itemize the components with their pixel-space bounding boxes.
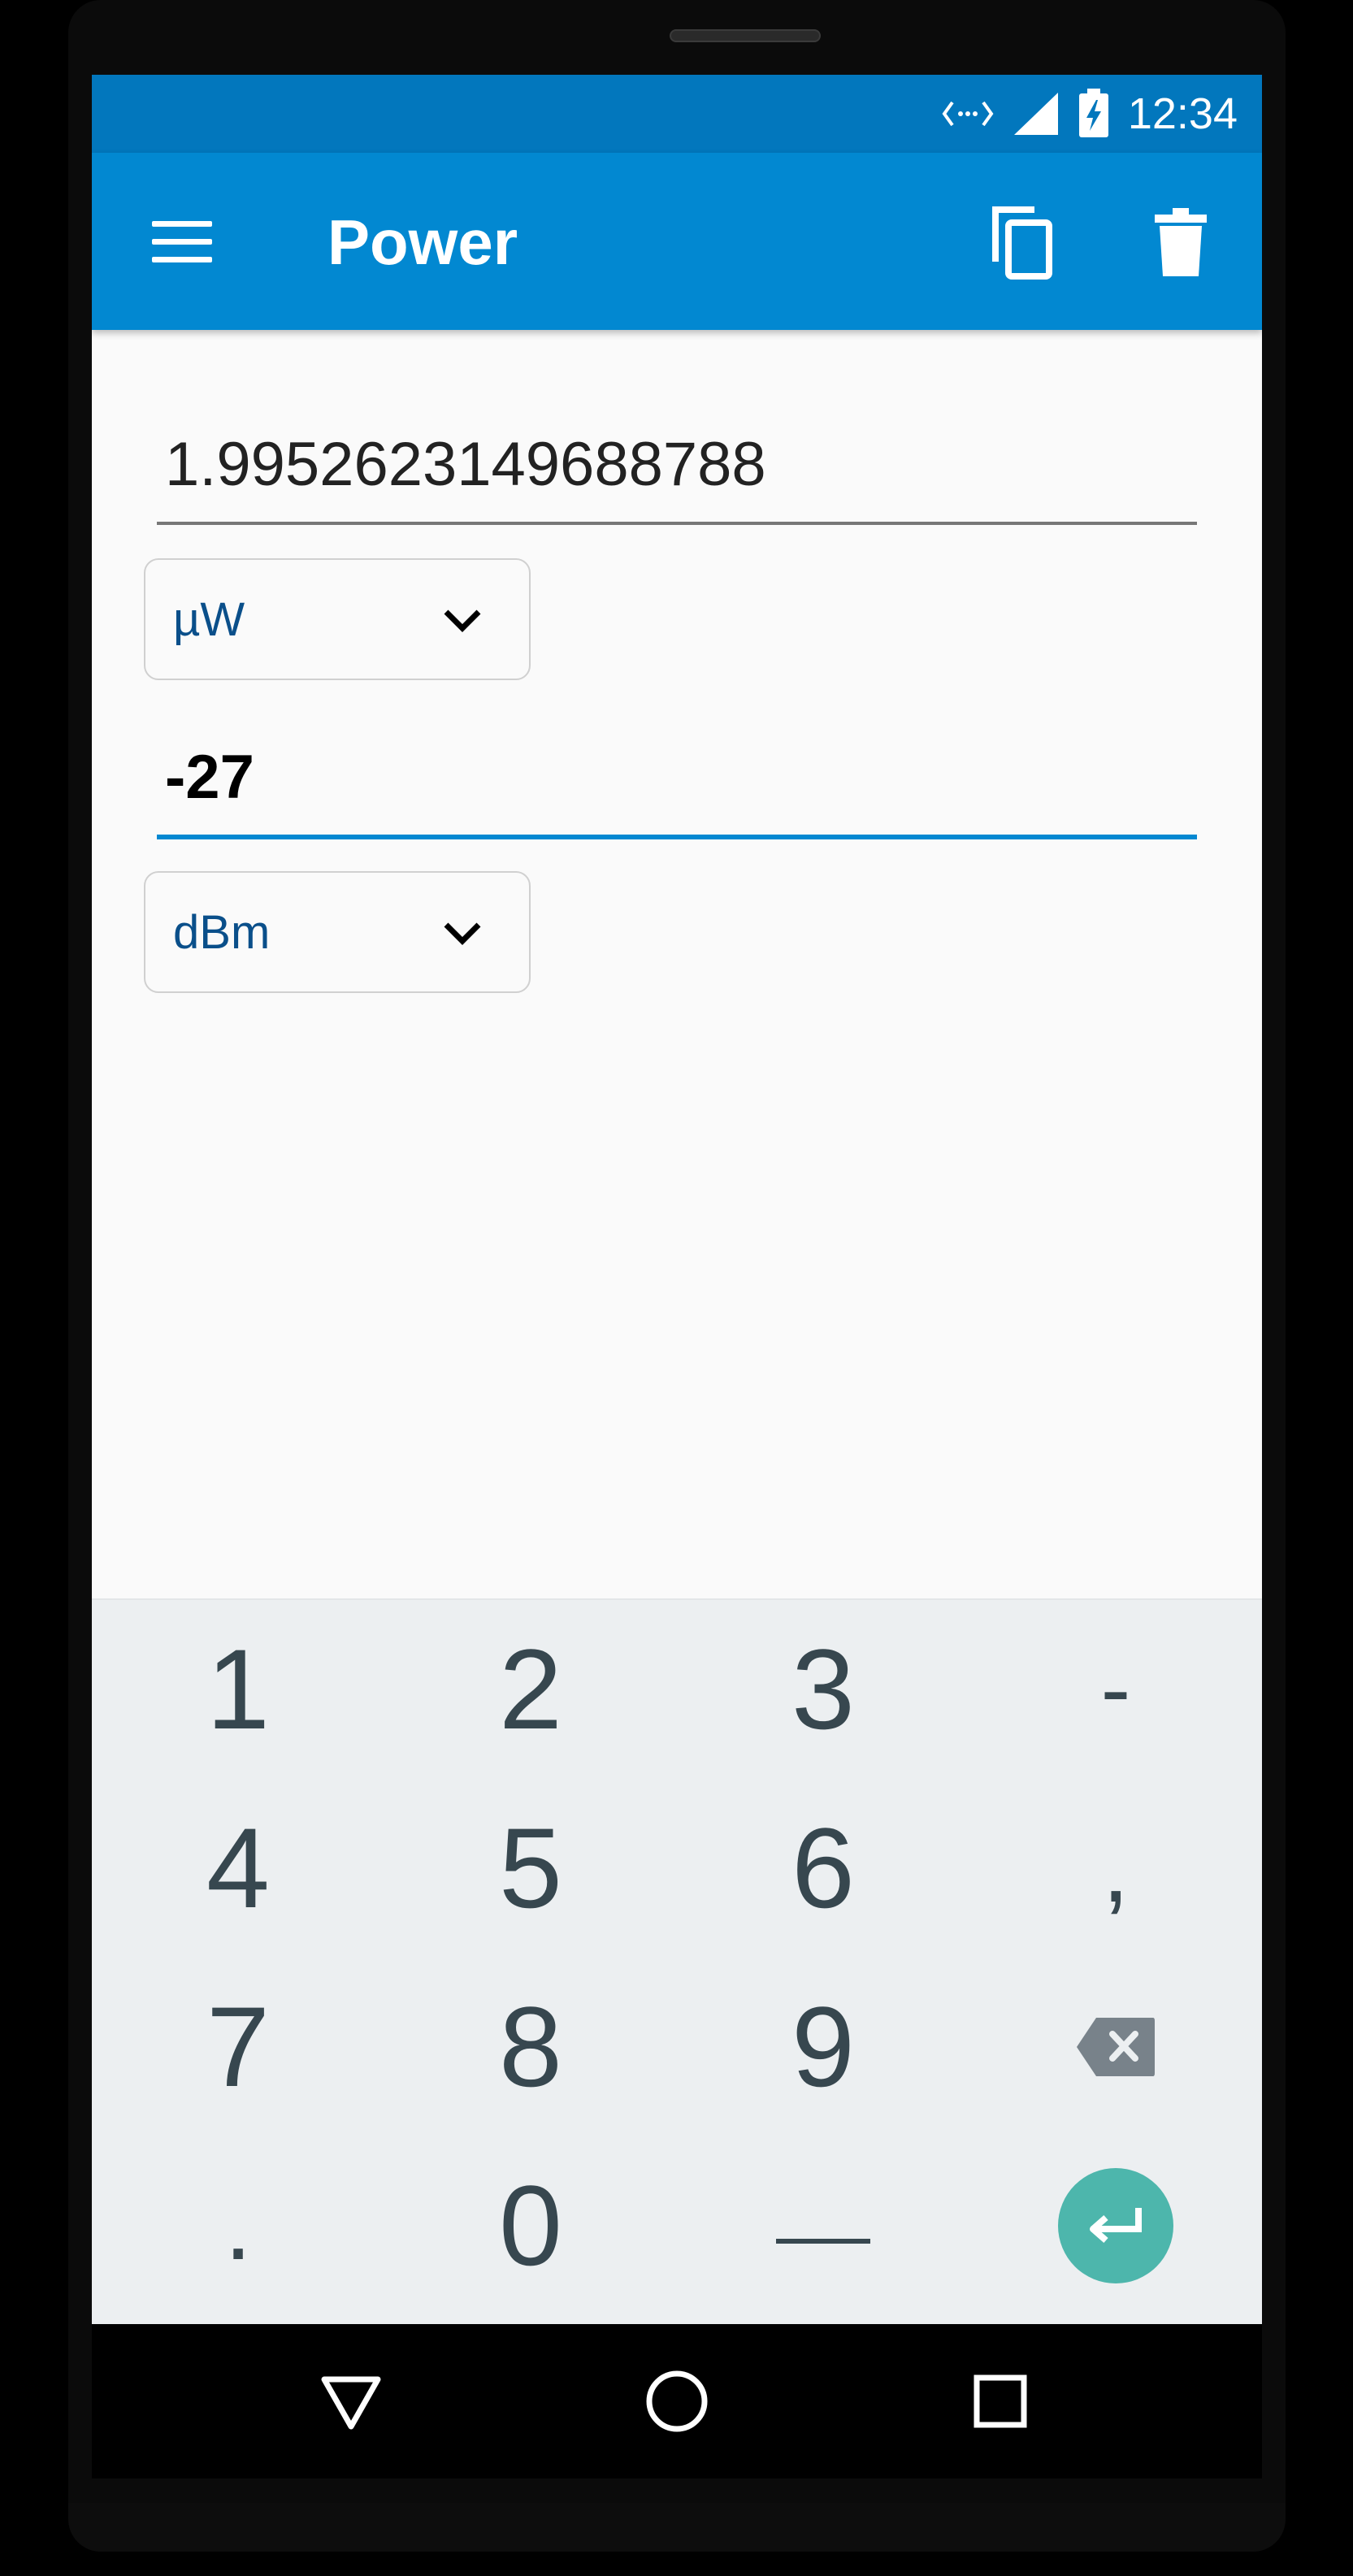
- key-4[interactable]: 4: [92, 1779, 384, 1958]
- status-time: 12:34: [1127, 89, 1238, 138]
- unit-select-2[interactable]: dBm: [144, 871, 531, 993]
- delete-button[interactable]: [1140, 202, 1221, 283]
- signal-icon: [1013, 93, 1058, 135]
- phone-device: 12:34 Power 1.9952623149688788 µW -27 dB…: [0, 0, 1353, 2576]
- delete-icon: [1155, 208, 1207, 276]
- numeric-keyboard: 1 2 3 - 4 5 6 , 7 8 9 . 0: [92, 1598, 1262, 2324]
- key-8-label: 8: [499, 1983, 562, 2110]
- value-input-2[interactable]: -27: [157, 737, 1197, 839]
- key-8[interactable]: 8: [384, 1958, 677, 2136]
- unit-select-2-value: dBm: [173, 906, 271, 959]
- phone-chin: [68, 2503, 1286, 2552]
- data-transfer-icon: [942, 101, 994, 127]
- back-icon: [321, 2376, 381, 2430]
- key-5-label: 5: [499, 1804, 562, 1932]
- key-minus[interactable]: -: [969, 1600, 1262, 1779]
- navigation-bar: [92, 2324, 1262, 2478]
- unit-select-1-value: µW: [173, 593, 245, 646]
- key-6[interactable]: 6: [677, 1779, 969, 1958]
- key-1-label: 1: [206, 1625, 270, 1753]
- enter-key[interactable]: [969, 2136, 1262, 2315]
- back-button[interactable]: [306, 2357, 396, 2446]
- recents-icon: [974, 2374, 1027, 2428]
- key-3[interactable]: 3: [677, 1600, 969, 1779]
- key-6-label: 6: [791, 1804, 855, 1932]
- backspace-icon: [1077, 2018, 1155, 2076]
- value-input-2-underline: [157, 835, 1197, 839]
- chevron-down-icon: [444, 609, 481, 632]
- backspace-key[interactable]: [969, 1958, 1262, 2136]
- app-bar: Power: [92, 153, 1262, 330]
- key-comma-label: ,: [1102, 1814, 1130, 1923]
- key-4-label: 4: [206, 1804, 270, 1932]
- key-2[interactable]: 2: [384, 1600, 677, 1779]
- key-0-label: 0: [499, 2162, 562, 2289]
- enter-icon: [1090, 2208, 1142, 2244]
- key-minus-label: -: [1100, 1639, 1131, 1739]
- page-title: Power: [327, 206, 518, 278]
- value-input-2-text: -27: [165, 743, 254, 812]
- enter-button: [1058, 2168, 1173, 2283]
- status-bar: 12:34: [92, 75, 1262, 153]
- key-5[interactable]: 5: [384, 1779, 677, 1958]
- copy-button[interactable]: [986, 202, 1067, 283]
- key-dot-label: .: [224, 2171, 252, 2280]
- value-input-1[interactable]: 1.9952623149688788: [157, 424, 1197, 525]
- key-9[interactable]: 9: [677, 1958, 969, 2136]
- value-input-1-text: 1.9952623149688788: [165, 430, 766, 499]
- key-7-label: 7: [206, 1983, 270, 2110]
- unit-select-1[interactable]: µW: [144, 558, 531, 680]
- chevron-down-icon: [444, 922, 481, 945]
- status-icons: 12:34: [941, 75, 1238, 153]
- app-screen: 12:34 Power 1.9952623149688788 µW -27 dB…: [92, 75, 1262, 2324]
- home-button[interactable]: [632, 2357, 722, 2446]
- space-icon: [776, 2239, 870, 2244]
- key-comma[interactable]: ,: [969, 1779, 1262, 1958]
- key-3-label: 3: [791, 1625, 855, 1753]
- battery-charging-icon: [1078, 89, 1108, 137]
- key-1[interactable]: 1: [92, 1600, 384, 1779]
- home-icon: [646, 2370, 708, 2432]
- key-2-label: 2: [499, 1625, 562, 1753]
- space-key[interactable]: [677, 2136, 969, 2315]
- key-dot[interactable]: .: [92, 2136, 384, 2315]
- speaker-grille: [670, 29, 821, 42]
- key-7[interactable]: 7: [92, 1958, 384, 2136]
- menu-icon[interactable]: [150, 210, 215, 275]
- copy-icon: [992, 206, 1052, 280]
- key-0[interactable]: 0: [384, 2136, 677, 2315]
- key-9-label: 9: [791, 1983, 855, 2110]
- value-input-1-underline: [157, 522, 1197, 525]
- recents-button[interactable]: [956, 2357, 1045, 2446]
